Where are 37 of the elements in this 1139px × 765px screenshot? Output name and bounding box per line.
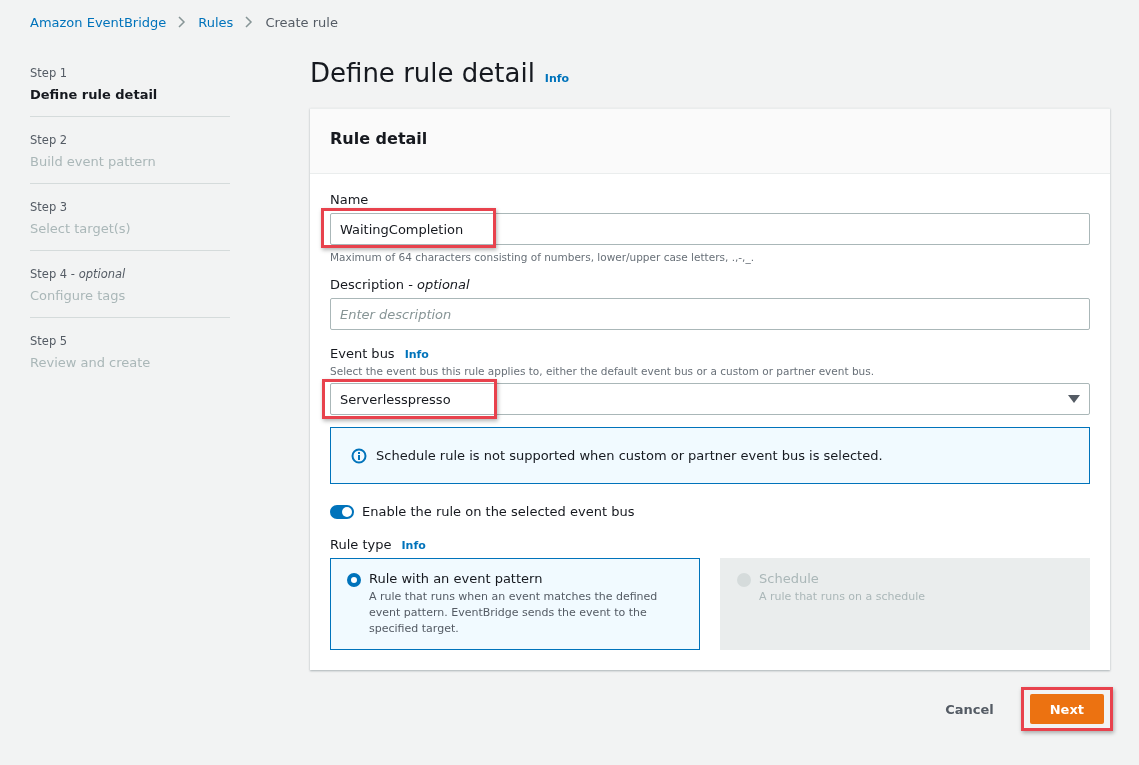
info-link[interactable]: Info — [401, 539, 426, 552]
rule-type-tile[interactable]: Rule with an event pattern A rule that runs when an event matches the defined event pattern. EventBridge sends the event to the specified target. — [330, 558, 700, 650]
field-label: Event bus — [330, 346, 395, 361]
step-label: Step 5 — [30, 334, 68, 348]
description-input-field[interactable]: Enter description — [330, 298, 1090, 330]
field-label: Rule type — [330, 537, 392, 552]
next-button[interactable]: Next — [1029, 694, 1104, 724]
page-title: Define rule detail — [310, 58, 535, 88]
field-label: Name — [330, 192, 369, 207]
cancel-button[interactable]: Cancel — [939, 700, 1000, 718]
breadcrumb-current: Create rule — [265, 14, 338, 30]
step-label: Step 4 - optional — [30, 267, 126, 281]
info-link[interactable]: Info — [404, 348, 429, 361]
chevron-right-icon — [178, 16, 187, 28]
step-label: Step 1 — [30, 66, 68, 80]
caret-down-icon — [1068, 395, 1080, 403]
alert-text: Schedule rule is not supported when custom or partner event bus is selected. — [376, 448, 883, 463]
option-description: A rule that runs when an event matches the defined event pattern. EventBridge sends the event to the specified target. — [369, 589, 659, 637]
toggle-label: Enable the rule on the selected event bus — [362, 504, 635, 519]
chevron-right-icon — [245, 16, 254, 28]
option-title: Schedule — [759, 571, 820, 586]
option-title: Rule with an event pattern — [369, 571, 544, 586]
panel-title: Rule detail — [330, 129, 429, 148]
name-input-field[interactable]: WaitingCompletion — [330, 213, 1090, 245]
option-description: A rule that runs on a schedule — [759, 589, 926, 605]
toggle-switch[interactable] — [330, 504, 354, 519]
breadcrumb-link[interactable]: Rules — [198, 14, 234, 30]
step-label: Step 3 — [30, 200, 68, 214]
field-label: Description - optional — [330, 277, 470, 292]
step-title[interactable]: Define rule detail — [30, 87, 230, 102]
step-label: Step 2 — [30, 133, 68, 147]
breadcrumb-link[interactable]: Amazon EventBridge — [30, 14, 167, 30]
info-link[interactable]: Info — [544, 72, 570, 85]
radio-button[interactable] — [347, 573, 361, 587]
field-hint: Select the event bus this rule applies to, either the default event bus or a custom or partner event bus. — [330, 365, 876, 377]
info-icon — [351, 447, 367, 464]
field-hint: Maximum of 64 characters consisting of numbers, lower/upper case letters, .,-,_. — [330, 251, 756, 263]
